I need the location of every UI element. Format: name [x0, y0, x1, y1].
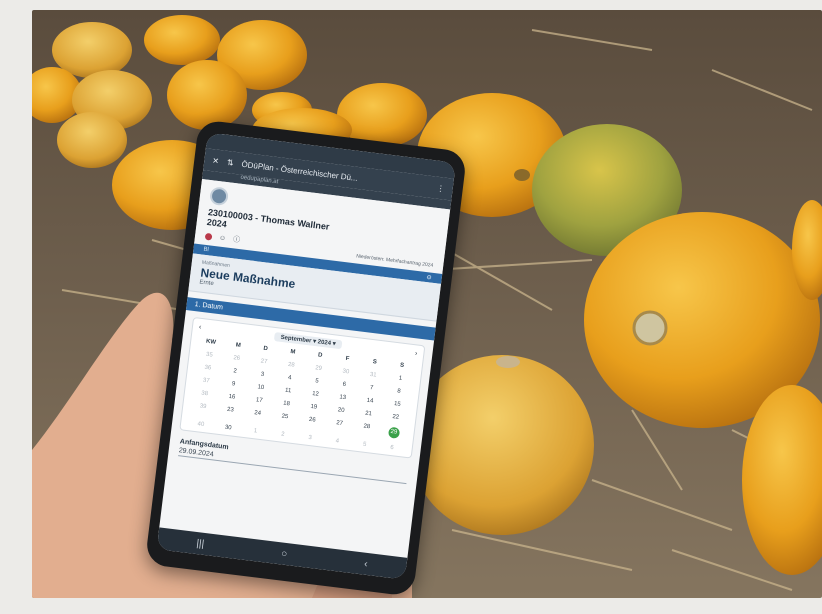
- pumpkin-field-photo: ✕ ⇅ ÖDüPlan - Österreichischer Dü... ⋮ o…: [32, 10, 822, 598]
- calendar-day[interactable]: 2: [269, 430, 297, 439]
- calendar-day[interactable]: 7: [358, 384, 386, 393]
- calendar-day[interactable]: 4: [276, 374, 304, 383]
- weekday-header: M: [235, 342, 242, 349]
- calendar-day[interactable]: 27: [325, 419, 354, 433]
- calendar-day[interactable]: 30: [332, 367, 360, 376]
- weekday-header: D: [263, 345, 269, 353]
- calendar-day[interactable]: 29: [305, 364, 333, 373]
- week-number: 35: [205, 351, 214, 359]
- close-icon[interactable]: ✕: [212, 156, 220, 166]
- weekday-header: S: [399, 362, 405, 369]
- prev-month-icon[interactable]: ‹: [199, 324, 202, 331]
- calendar-day[interactable]: 28: [352, 422, 381, 436]
- calendar-day[interactable]: 27: [250, 357, 278, 366]
- calendar-day[interactable]: 21: [354, 409, 382, 418]
- calendar-day[interactable]: 3: [296, 433, 324, 442]
- calendar-day[interactable]: 22: [382, 413, 410, 422]
- year-label: 2024: [317, 339, 332, 347]
- month-select[interactable]: September ▾ 2024 ▾: [274, 332, 343, 350]
- back-icon[interactable]: ‹: [364, 558, 369, 569]
- calendar-day[interactable]: 5: [303, 377, 331, 386]
- phone-screen: ✕ ⇅ ÖDüPlan - Österreichischer Dü... ⋮ o…: [156, 132, 456, 580]
- month-label: September: [280, 334, 312, 345]
- settings-icon[interactable]: ⚙: [426, 274, 432, 282]
- calendar-day[interactable]: 11: [274, 386, 302, 395]
- calendar-day[interactable]: 14: [356, 396, 384, 405]
- calendar-day[interactable]: 20: [327, 406, 355, 415]
- week-number: 38: [200, 390, 209, 398]
- calendar-day-selected[interactable]: 29: [379, 426, 408, 440]
- calendar-day[interactable]: 28: [277, 361, 305, 370]
- info-icon[interactable]: ⓘ: [232, 234, 241, 245]
- week-number: 37: [202, 377, 210, 385]
- week-number: 40: [197, 421, 205, 429]
- app-logo-icon: [209, 186, 230, 207]
- weekday-header: M: [289, 349, 296, 356]
- photo-frame: ✕ ⇅ ÖDüPlan - Österreichischer Dü... ⋮ o…: [0, 0, 822, 614]
- calendar-day[interactable]: 3: [248, 370, 276, 379]
- week-number: 36: [204, 364, 212, 372]
- calendar-day[interactable]: 17: [245, 396, 273, 405]
- chevron-down-icon: ▾: [312, 338, 317, 346]
- calendar-day[interactable]: 9: [219, 380, 247, 389]
- calendar-day[interactable]: 26: [298, 416, 327, 430]
- chevron-down-icon: ▾: [332, 341, 336, 348]
- weekday-header: S: [372, 359, 378, 366]
- home-icon[interactable]: ○: [281, 548, 288, 560]
- calendar-day[interactable]: 31: [359, 371, 387, 380]
- calendar-day[interactable]: 18: [272, 399, 300, 408]
- calendar-day[interactable]: 1: [241, 427, 269, 436]
- calendar-day[interactable]: 25: [270, 412, 299, 426]
- calendar-day[interactable]: 15: [383, 400, 411, 409]
- calendar-day[interactable]: 8: [385, 387, 413, 396]
- recent-apps-icon[interactable]: |||: [196, 538, 205, 550]
- user-icon[interactable]: ☺: [219, 234, 227, 242]
- next-month-icon[interactable]: ›: [415, 350, 418, 357]
- sub-nav-left[interactable]: Bl: [203, 247, 209, 254]
- selected-day-badge: 29: [387, 426, 400, 439]
- weekday-header: D: [317, 352, 323, 359]
- calendar-day[interactable]: 4: [323, 437, 351, 446]
- calendar-day[interactable]: 16: [218, 393, 246, 402]
- calendar-day[interactable]: 12: [301, 390, 329, 399]
- calendar-day[interactable]: 6: [378, 443, 406, 452]
- calendar-day[interactable]: 26: [223, 354, 251, 363]
- week-number: 39: [199, 403, 207, 411]
- calendar-day[interactable]: 23: [216, 406, 245, 420]
- calendar: ‹ September ▾ 2024 ▾ › KW M D M D F S S 35 26 27 28…: [179, 316, 426, 459]
- calendar-day[interactable]: 30: [214, 423, 242, 432]
- calendar-day[interactable]: 6: [330, 380, 358, 389]
- calendar-day[interactable]: 19: [300, 403, 328, 412]
- calendar-day[interactable]: 10: [247, 383, 275, 392]
- more-icon[interactable]: ⋮: [436, 183, 445, 193]
- smartphone: ✕ ⇅ ÖDüPlan - Österreichischer Dü... ⋮ o…: [144, 119, 468, 597]
- share-icon[interactable]: ⇅: [226, 157, 234, 167]
- calendar-day[interactable]: 13: [329, 393, 357, 402]
- weekday-header: F: [345, 355, 350, 363]
- calendar-grid: KW M D M D F S S 35 26 27 28 29 30 31 1 36 2 3 4 5 6 7 8 37 9 10 11…: [187, 338, 416, 453]
- calendar-day[interactable]: 24: [243, 409, 272, 423]
- calendar-day[interactable]: 5: [351, 440, 379, 449]
- weekday-header: KW: [205, 338, 217, 346]
- calendar-day[interactable]: 1: [386, 374, 414, 383]
- calendar-day[interactable]: 2: [221, 367, 249, 376]
